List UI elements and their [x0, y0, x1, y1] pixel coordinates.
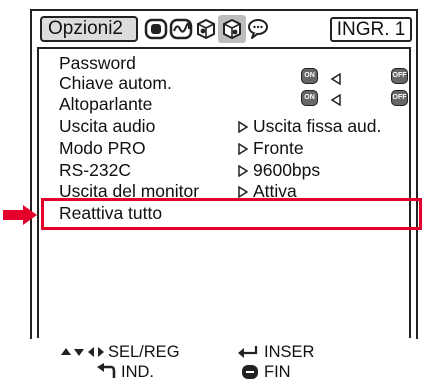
- input-indicator: INGR. 1: [330, 17, 412, 42]
- altoparlante-on-toggle[interactable]: ON: [301, 90, 318, 106]
- chiave-autom-on-toggle[interactable]: ON: [301, 68, 318, 84]
- rs232c-value-text: 9600bps: [253, 160, 321, 180]
- menu-item-password[interactable]: Password: [59, 53, 136, 74]
- footer-fin: FIN: [264, 363, 291, 381]
- options1-tab-icon[interactable]: [194, 17, 218, 41]
- language-tab-icon[interactable]: [246, 17, 270, 41]
- menu-item-altoparlante[interactable]: Altoparlante: [59, 94, 152, 115]
- rs232c-value[interactable]: 9600bps: [238, 160, 320, 181]
- footer-ind: IND.: [121, 363, 154, 381]
- dpad-arrows-icon: [61, 347, 104, 357]
- right-arrow-icon: [238, 165, 248, 177]
- menu-item-chiave-autom[interactable]: Chiave autom.: [59, 73, 172, 94]
- footer-sel-reg: SEL/REG: [108, 343, 180, 361]
- right-arrow-icon: [238, 121, 248, 133]
- picture-tab-icon[interactable]: [144, 17, 168, 41]
- altoparlante-off-toggle[interactable]: OFF: [391, 90, 408, 106]
- modo-pro-value-text: Fronte: [253, 138, 304, 158]
- uscita-audio-value-text: Uscita fissa aud.: [253, 116, 382, 136]
- tab-bar: Opzioni2 INGR. 1: [32, 12, 416, 46]
- footer-inser: INSER: [264, 343, 315, 361]
- fine-sync-tab-icon[interactable]: [169, 17, 193, 41]
- altoparlante-arrow-icon: [330, 94, 341, 106]
- right-arrow-icon: [238, 143, 248, 155]
- menu-item-uscita-audio[interactable]: Uscita audio: [59, 116, 155, 137]
- menu-item-modo-pro[interactable]: Modo PRO: [59, 138, 146, 159]
- chiave-autom-arrow-icon: [330, 73, 341, 85]
- modo-pro-value[interactable]: Fronte: [238, 138, 304, 159]
- menu-button-icon: [242, 365, 258, 379]
- menu-item-rs232c[interactable]: RS-232C: [59, 160, 131, 181]
- options2-tab-icon[interactable]: [220, 17, 244, 41]
- uscita-audio-value[interactable]: Uscita fissa aud.: [238, 116, 381, 137]
- chiave-autom-off-toggle[interactable]: OFF: [391, 68, 408, 84]
- right-arrow-icon: [238, 186, 248, 198]
- selection-highlight: [41, 198, 422, 230]
- tab-opzioni2[interactable]: Opzioni2: [40, 16, 138, 42]
- enter-icon: [238, 346, 258, 358]
- pointer-arrow-icon: [3, 205, 37, 225]
- return-icon: [97, 363, 116, 378]
